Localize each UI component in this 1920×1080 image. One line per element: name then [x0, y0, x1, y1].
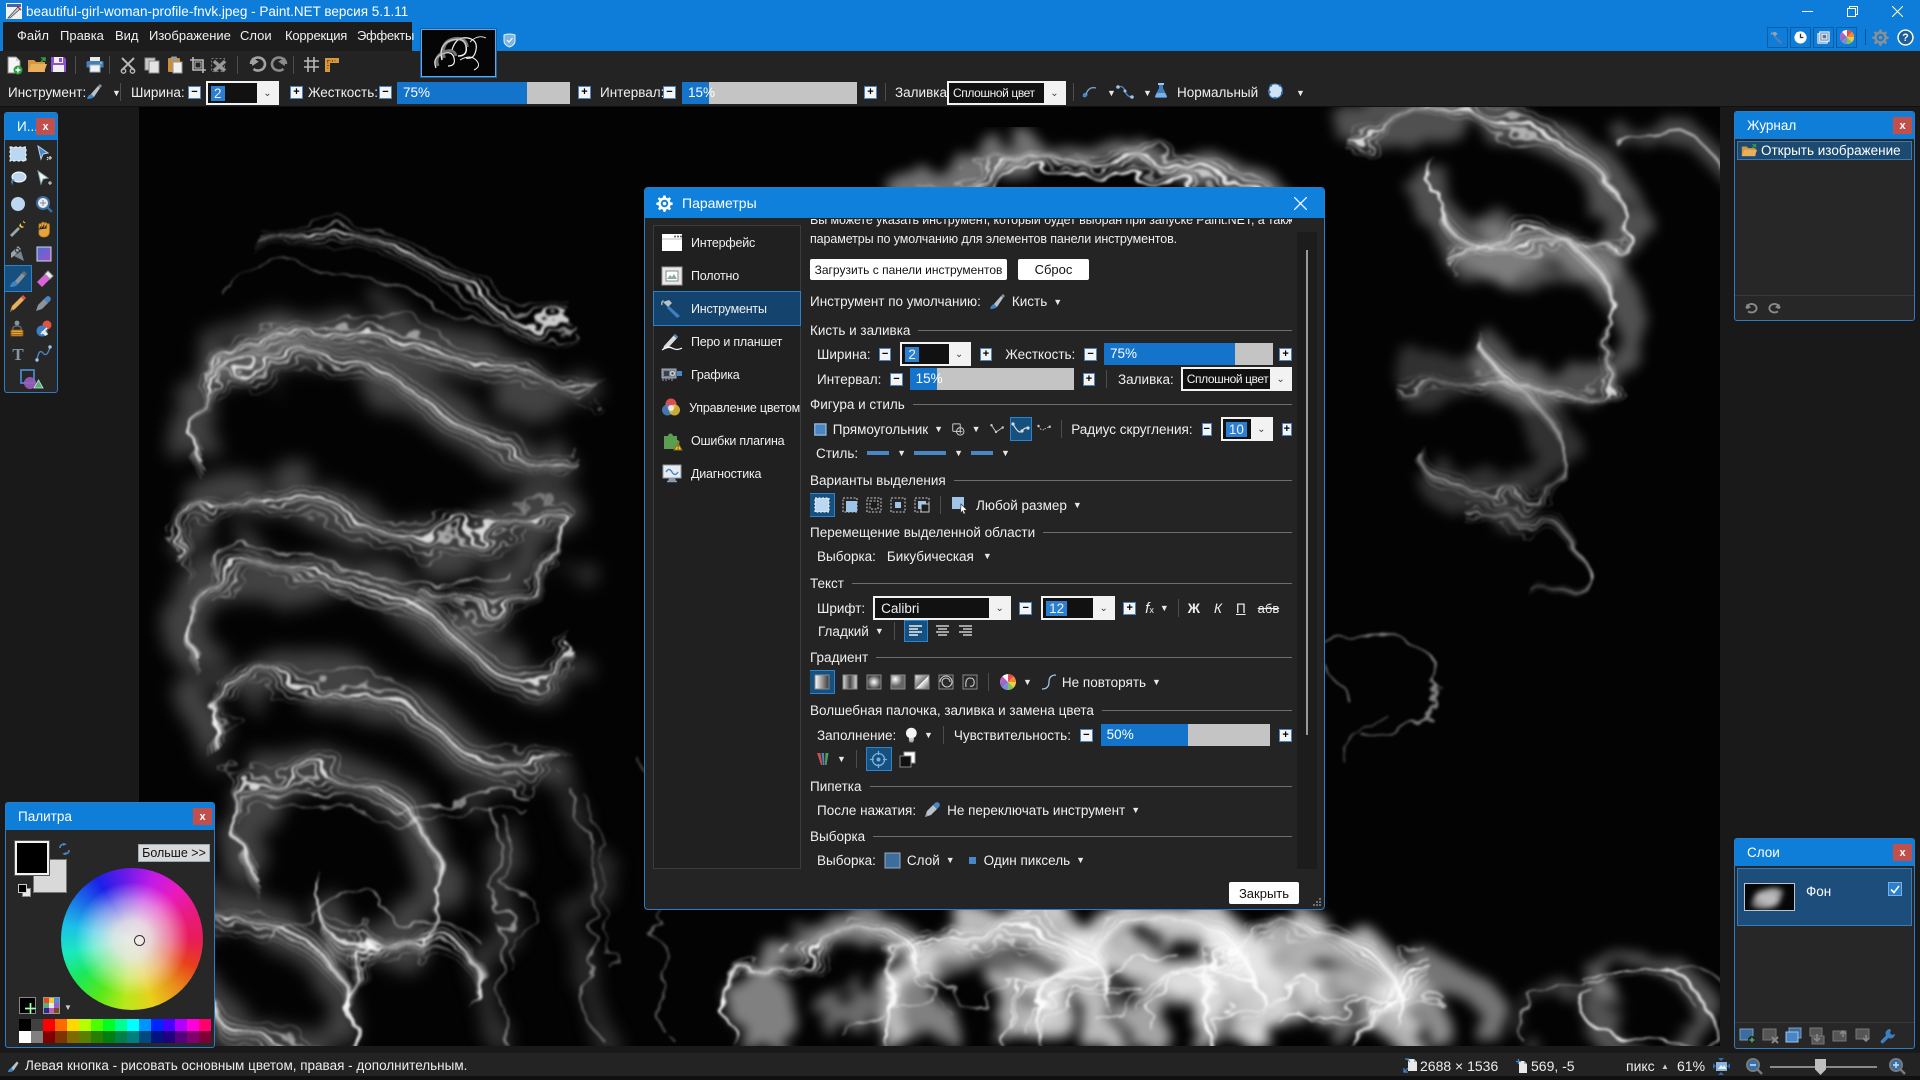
svg-text:T: T: [12, 345, 24, 364]
svg-text:?: ?: [1902, 32, 1908, 44]
